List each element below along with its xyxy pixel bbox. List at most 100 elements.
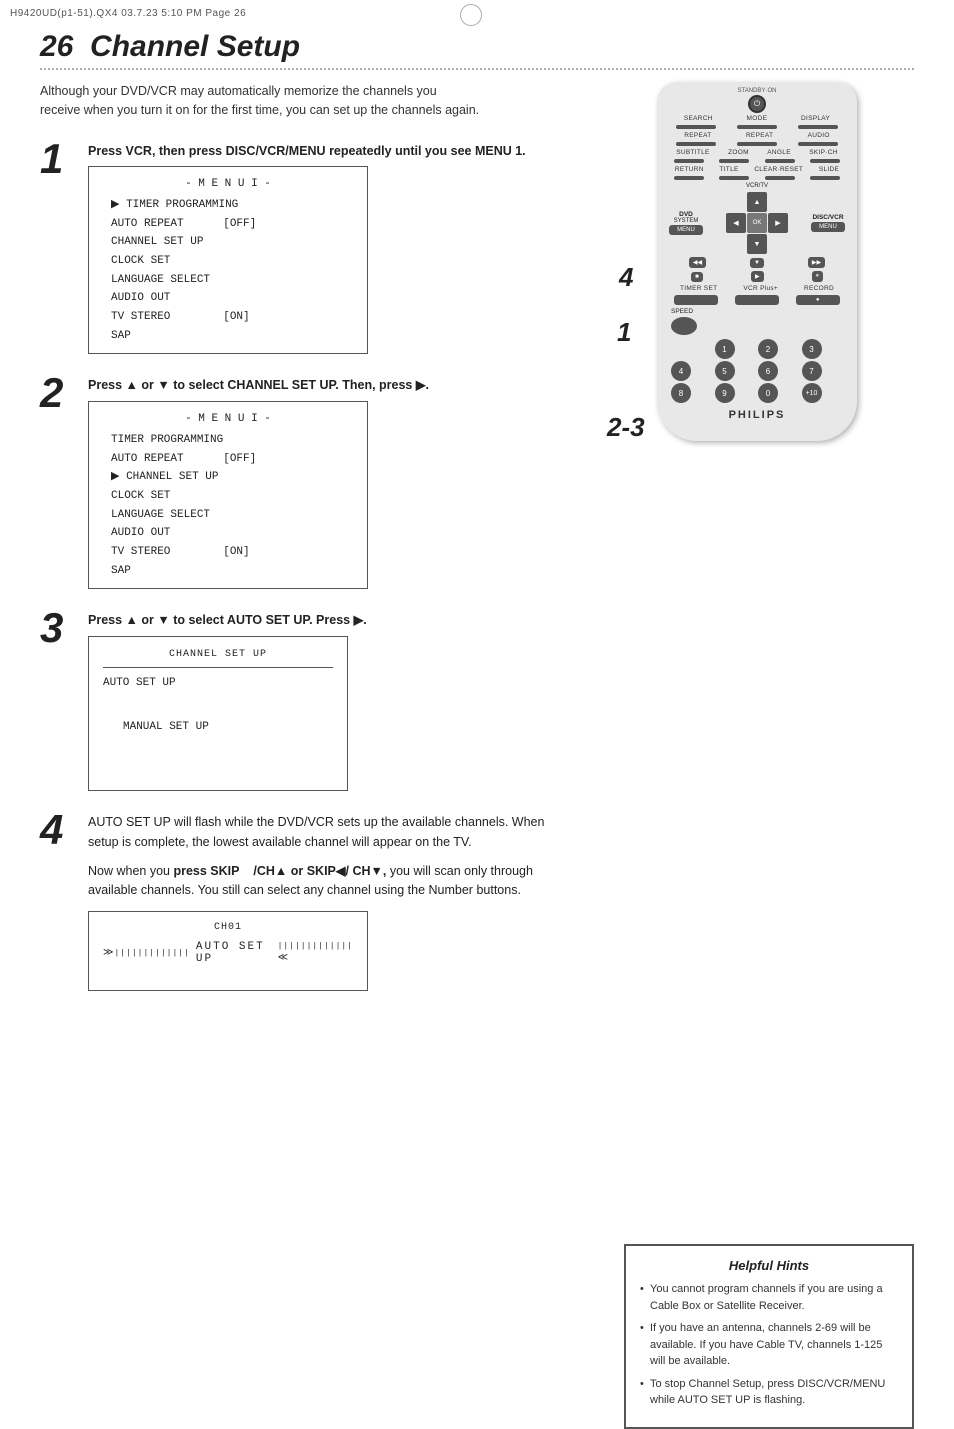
search-label: SEARCH bbox=[684, 115, 713, 122]
file-header: H9420UD(p1-51).QX4 03.7.23 5:10 PM Page … bbox=[10, 8, 246, 19]
step2-menu-item-8: SAP bbox=[103, 562, 353, 581]
title-button[interactable] bbox=[719, 176, 749, 180]
zoom-button[interactable] bbox=[719, 159, 749, 163]
play-button[interactable]: ▶ bbox=[751, 271, 764, 282]
rewind-button[interactable]: ◀◀ bbox=[689, 257, 706, 268]
angle-label: ANGLE bbox=[767, 149, 791, 156]
hint-item-1: You cannot program channels if you are u… bbox=[640, 1281, 898, 1314]
num-8-button[interactable]: 8 bbox=[671, 383, 691, 403]
pause-button[interactable]: ⏸ bbox=[812, 271, 823, 282]
hints-title: Helpful Hints bbox=[640, 1258, 898, 1273]
channel-set-up-title: CHANNEL SET UP bbox=[103, 645, 333, 668]
vcr-plus-button[interactable] bbox=[735, 295, 779, 305]
repeat1-label: REPEAT bbox=[684, 132, 711, 139]
step-2-content: Press ▲ or ▼ to select CHANNEL SET UP. T… bbox=[88, 372, 600, 589]
step-1-content: Press VCR, then press DISC/VCR/MENU repe… bbox=[88, 138, 600, 355]
clear-reset-button[interactable] bbox=[765, 176, 795, 180]
menu-item-3: CHANNEL SET UP bbox=[103, 233, 353, 252]
subtitle-label: SUBTITLE bbox=[676, 149, 709, 156]
repeat2-label: REPEAT bbox=[746, 132, 773, 139]
dvd-system-block: DVD SYSTEM MENU bbox=[669, 211, 703, 235]
step-1-menu: - M E N U I - TIMER PROGRAMMING AUTO REP… bbox=[88, 166, 368, 354]
dot-separator bbox=[40, 68, 914, 70]
subtitle-button[interactable] bbox=[674, 159, 704, 163]
ok-button[interactable]: OK bbox=[747, 213, 767, 233]
timer-vcr-record-btns: ● bbox=[667, 295, 847, 305]
menu-item-7: TV STEREO [ON] bbox=[103, 308, 353, 327]
menu-item-1: TIMER PROGRAMMING bbox=[103, 196, 353, 215]
step2-menu-item-7: TV STEREO [ON] bbox=[103, 543, 353, 562]
fast-forward-button[interactable]: ▶▶ bbox=[808, 257, 825, 268]
step2-menu-item-5: LANGUAGE SELECT bbox=[103, 506, 353, 525]
menu-item-2: AUTO REPEAT [OFF] bbox=[103, 215, 353, 234]
standby-label: STANDBY·ON bbox=[667, 88, 847, 94]
num-3-button[interactable]: 3 bbox=[802, 339, 822, 359]
audio-button[interactable] bbox=[798, 142, 838, 146]
row-subtitle-labels: SUBTITLE ZOOM ANGLE SKIP·CH bbox=[667, 149, 847, 156]
step-1-number: 1 bbox=[40, 138, 88, 180]
num-9-button[interactable]: 9 bbox=[715, 383, 735, 403]
nav-down-button[interactable]: ▼ bbox=[747, 234, 767, 254]
nav-up-button[interactable]: ▲ bbox=[747, 192, 767, 212]
num-5-button[interactable]: 5 bbox=[715, 361, 735, 381]
step-3-title: Press ▲ or ▼ to select AUTO SET UP. Pres… bbox=[88, 611, 600, 630]
vcr-plus-label: VCR Plus+ bbox=[743, 285, 778, 292]
dvd-label: DVD bbox=[669, 211, 703, 218]
return-button[interactable] bbox=[674, 176, 704, 180]
step-2-title: Press ▲ or ▼ to select CHANNEL SET UP. T… bbox=[88, 376, 600, 395]
down-button[interactable]: ▼ bbox=[750, 258, 764, 268]
standby-section: STANDBY·ON ⏻ bbox=[667, 88, 847, 113]
auto-setup-label: AUTO SET UP bbox=[196, 941, 272, 965]
dvd-vcr-row: DVD SYSTEM MENU ▲ ◀ OK bbox=[669, 192, 845, 254]
menu-1-title: - M E N U I - bbox=[103, 175, 353, 194]
right-column: 4 1 2-3 STANDBY·ON ⏻ SEARCH MODE DISPLAY bbox=[600, 82, 914, 1009]
num-0-button[interactable]: 0 bbox=[758, 383, 778, 403]
stop-button[interactable]: ■ bbox=[691, 272, 703, 282]
row-repeat-audio-labels: REPEAT REPEAT AUDIO bbox=[667, 132, 847, 139]
row-search-mode-display: SEARCH MODE DISPLAY bbox=[667, 115, 847, 122]
num-1-button[interactable]: 1 bbox=[715, 339, 735, 359]
repeat2-button[interactable] bbox=[737, 142, 777, 146]
slide-button[interactable] bbox=[810, 176, 840, 180]
nav-right-button[interactable]: ▶ bbox=[768, 213, 788, 233]
left-arrow-icon: ≫||||||||||||| bbox=[103, 947, 190, 959]
step-2-number: 2 bbox=[40, 372, 88, 414]
number-pad: 1 2 3 4 5 6 7 8 9 0 +10 bbox=[671, 339, 843, 403]
helpful-hints-box: Helpful Hints You cannot program channel… bbox=[624, 1244, 914, 1429]
num-2-button[interactable]: 2 bbox=[758, 339, 778, 359]
display-button[interactable] bbox=[798, 125, 838, 129]
row-return-btns bbox=[667, 176, 847, 180]
display-label: DISPLAY bbox=[801, 115, 830, 122]
nav-cluster-wrapper: ▲ ◀ OK ▶ ▼ bbox=[726, 192, 788, 254]
zoom-label: ZOOM bbox=[728, 149, 749, 156]
num-7-button[interactable]: 7 bbox=[802, 361, 822, 381]
step-2-menu: - M E N U I - TIMER PROGRAMMING AUTO REP… bbox=[88, 401, 368, 589]
timer-set-button[interactable] bbox=[674, 295, 718, 305]
skip-ch-label: SKIP·CH bbox=[809, 149, 837, 156]
repeat1-button[interactable] bbox=[676, 142, 716, 146]
timer-set-label: TIMER SET bbox=[680, 285, 717, 292]
row-search-mode-display-btns bbox=[667, 125, 847, 129]
record-button[interactable]: ● bbox=[796, 295, 840, 305]
angle-button[interactable] bbox=[765, 159, 795, 163]
row-subtitle-btns bbox=[667, 159, 847, 163]
row-repeat-audio-btns bbox=[667, 142, 847, 146]
disc-vcr-button[interactable]: MENU bbox=[811, 222, 845, 232]
search-button[interactable] bbox=[676, 125, 716, 129]
num-4-button[interactable]: 4 bbox=[671, 361, 691, 381]
dvd-system-button[interactable]: MENU bbox=[669, 225, 703, 235]
nav-left-button[interactable]: ◀ bbox=[726, 213, 746, 233]
ch01-title: CH01 bbox=[103, 922, 353, 933]
speed-button[interactable] bbox=[671, 317, 697, 335]
step-4: 4 AUTO SET UP will flash while the DVD/V… bbox=[40, 809, 600, 991]
remote-control: STANDBY·ON ⏻ SEARCH MODE DISPLAY bbox=[657, 82, 857, 441]
num-plus10-button[interactable]: +10 bbox=[802, 383, 822, 403]
menu-item-4: CLOCK SET bbox=[103, 252, 353, 271]
skip-ch-button[interactable] bbox=[810, 159, 840, 163]
ch01-auto-setup: ≫||||||||||||| AUTO SET UP |||||||||||||… bbox=[103, 941, 353, 965]
mode-button[interactable] bbox=[737, 125, 777, 129]
step-4-number: 4 bbox=[40, 809, 88, 851]
title-label: TITLE bbox=[719, 166, 738, 173]
standby-button[interactable]: ⏻ bbox=[748, 95, 766, 113]
num-6-button[interactable]: 6 bbox=[758, 361, 778, 381]
